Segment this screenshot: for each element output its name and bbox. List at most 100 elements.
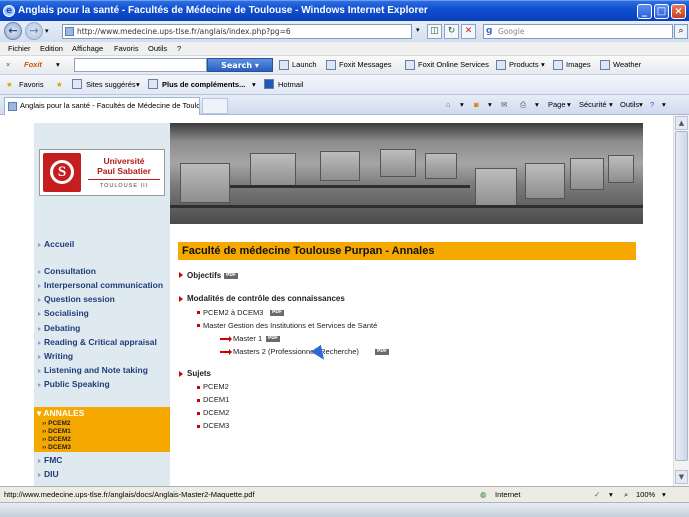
page-menu[interactable]: Page: [548, 100, 566, 109]
foxit-search-input[interactable]: [74, 58, 207, 72]
new-tab-button[interactable]: [202, 98, 228, 114]
zoom-dropdown-icon[interactable]: ▾: [662, 490, 666, 499]
nav-interpersonal[interactable]: Interpersonal communication: [37, 280, 163, 290]
address-dropdown-icon[interactable]: ▾: [416, 26, 420, 34]
annales-dcem3-label: DCEM3: [48, 444, 71, 451]
menu-edition[interactable]: Edition: [40, 44, 63, 53]
nav-annales-section[interactable]: ▾ ANNALES ›› PCEM2 ›› DCEM1 ›› DCEM2 ›› …: [34, 407, 170, 452]
menu-outils[interactable]: Outils: [148, 44, 167, 53]
logo-divider: [88, 179, 160, 180]
close-button[interactable]: ×: [671, 4, 686, 19]
nav-consultation[interactable]: Consultation: [38, 266, 96, 276]
pdf-icon[interactable]: PDF: [375, 349, 389, 355]
link-master1[interactable]: Master 1: [233, 334, 262, 343]
address-input[interactable]: http://www.medecine.ups-tlse.fr/anglais/…: [62, 24, 412, 39]
nav-fmc[interactable]: FMC: [37, 455, 62, 465]
menu-fichier[interactable]: Fichier: [8, 44, 31, 53]
annales-dcem1[interactable]: ›› DCEM1: [42, 428, 71, 435]
help-icon[interactable]: ?: [650, 100, 654, 109]
link-masters2[interactable]: Masters 2 (Professionnel, Recherche): [233, 347, 359, 356]
link-objectifs[interactable]: Objectifs: [187, 271, 221, 280]
nav-annales[interactable]: ▾ ANNALES: [37, 408, 84, 419]
back-button[interactable]: ←: [4, 22, 22, 40]
nav-diu[interactable]: DIU: [38, 469, 59, 479]
zoom-icon[interactable]: ⌕: [624, 490, 628, 500]
read-mail-icon[interactable]: ✉: [501, 100, 507, 109]
more-addons[interactable]: Plus de compléments...: [162, 80, 245, 89]
protected-dropdown-icon[interactable]: ▾: [609, 490, 613, 499]
pdf-icon[interactable]: PDF: [270, 310, 284, 316]
scroll-up-icon[interactable]: ▲: [675, 116, 688, 130]
annales-dcem2-label: DCEM2: [48, 436, 71, 443]
add-favorite-icon[interactable]: ★: [56, 80, 63, 89]
menu-favoris[interactable]: Favoris: [114, 44, 139, 53]
menu-help[interactable]: ?: [177, 44, 181, 53]
home-dropdown-icon[interactable]: ▾: [460, 100, 464, 109]
nav-reading[interactable]: Reading & Critical appraisal: [38, 337, 157, 347]
tools-dropdown-icon[interactable]: ▾: [639, 100, 643, 109]
compat-view-icon[interactable]: ◫: [427, 24, 442, 39]
scroll-thumb[interactable]: [675, 131, 688, 461]
pdf-icon[interactable]: PDF: [266, 336, 280, 342]
page-dropdown-icon[interactable]: ▾: [567, 100, 571, 109]
hotmail-link[interactable]: Hotmail: [278, 80, 303, 89]
nav-writing[interactable]: Writing: [37, 351, 73, 361]
annales-dcem2[interactable]: ›› DCEM2: [42, 436, 71, 443]
online-services-icon: [405, 60, 415, 70]
vertical-scrollbar[interactable]: ▲ ▼: [673, 115, 689, 486]
pdf-icon[interactable]: PDF: [224, 273, 238, 279]
print-dropdown-icon[interactable]: ▾: [535, 100, 539, 109]
history-dropdown-icon[interactable]: ▾: [45, 27, 49, 35]
tools-menu[interactable]: Outils: [620, 100, 639, 109]
refresh-icon[interactable]: ↻: [444, 24, 459, 39]
nav-public-speaking[interactable]: Public Speaking: [38, 379, 110, 389]
home-icon[interactable]: ⌂: [446, 100, 451, 109]
foxit-search-button[interactable]: Search ▾: [207, 58, 273, 72]
foxit-logo[interactable]: Foxit: [24, 60, 42, 69]
feeds-icon[interactable]: ◙: [474, 100, 479, 109]
close-toolbar-icon[interactable]: ×: [6, 60, 10, 69]
forward-button[interactable]: →: [25, 22, 43, 40]
print-icon[interactable]: ⎙: [520, 100, 526, 110]
suggested-sites[interactable]: Sites suggérés: [86, 80, 136, 89]
link-pcem2-dcem3[interactable]: PCEM2 à DCEM3: [203, 308, 263, 317]
foxit-messages[interactable]: Foxit Messages: [339, 60, 392, 69]
link-sujet-dcem1[interactable]: DCEM1: [203, 395, 229, 404]
stop-icon[interactable]: ✕: [461, 24, 476, 39]
annales-dcem3[interactable]: ›› DCEM3: [42, 444, 71, 451]
bullet-square-icon: [197, 425, 200, 428]
security-menu[interactable]: Sécurité: [579, 100, 607, 109]
suggested-dropdown-icon[interactable]: ▾: [136, 80, 140, 89]
nav-question-session[interactable]: Question session: [38, 294, 115, 304]
foxit-dropdown-icon[interactable]: ▾: [56, 60, 60, 69]
scroll-down-icon[interactable]: ▼: [675, 470, 688, 484]
foxit-weather[interactable]: Weather: [613, 60, 641, 69]
foxit-online-services[interactable]: Foxit Online Services: [418, 60, 489, 69]
nav-socialising[interactable]: Socialising: [38, 308, 89, 318]
link-sujet-pcem2[interactable]: PCEM2: [203, 382, 229, 391]
addons-dropdown-icon[interactable]: ▾: [252, 80, 256, 89]
products-dropdown-icon[interactable]: ▾: [541, 60, 545, 69]
tab-current[interactable]: Anglais pour la santé - Facultés de Méde…: [4, 97, 200, 115]
zoom-level[interactable]: 100%: [636, 490, 655, 499]
maximize-button[interactable]: □: [654, 4, 669, 19]
protected-mode-icon[interactable]: ✓: [594, 490, 600, 499]
annales-pcem2[interactable]: ›› PCEM2: [42, 420, 71, 427]
nav-debating[interactable]: Debating: [37, 323, 80, 333]
help-dropdown-icon[interactable]: ▾: [662, 100, 666, 109]
favorites-button[interactable]: Favoris: [19, 80, 44, 89]
foxit-images[interactable]: Images: [566, 60, 591, 69]
search-input[interactable]: g Google: [483, 24, 673, 39]
link-sujet-dcem3[interactable]: DCEM3: [203, 421, 229, 430]
foxit-launch[interactable]: Launch: [292, 60, 317, 69]
search-go-icon[interactable]: ⌕: [674, 24, 688, 39]
banner-monitor: [608, 155, 634, 183]
security-dropdown-icon[interactable]: ▾: [609, 100, 613, 109]
nav-accueil[interactable]: Accueil: [37, 239, 74, 249]
nav-listening[interactable]: Listening and Note taking: [38, 365, 148, 375]
menu-affichage[interactable]: Affichage: [72, 44, 103, 53]
link-sujet-dcem2[interactable]: DCEM2: [203, 408, 229, 417]
minimize-button[interactable]: _: [637, 4, 652, 19]
foxit-products[interactable]: Products: [509, 60, 539, 69]
feeds-dropdown-icon[interactable]: ▾: [488, 100, 492, 109]
